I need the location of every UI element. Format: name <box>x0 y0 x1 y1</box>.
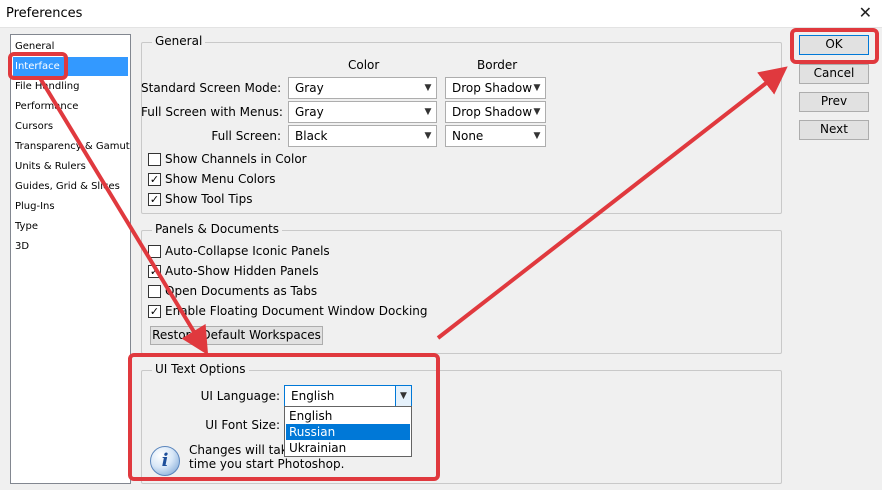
arrow-to-ok-button <box>436 66 788 340</box>
arrow-to-ui-text-options <box>38 76 209 356</box>
annotation-arrows <box>38 66 788 356</box>
